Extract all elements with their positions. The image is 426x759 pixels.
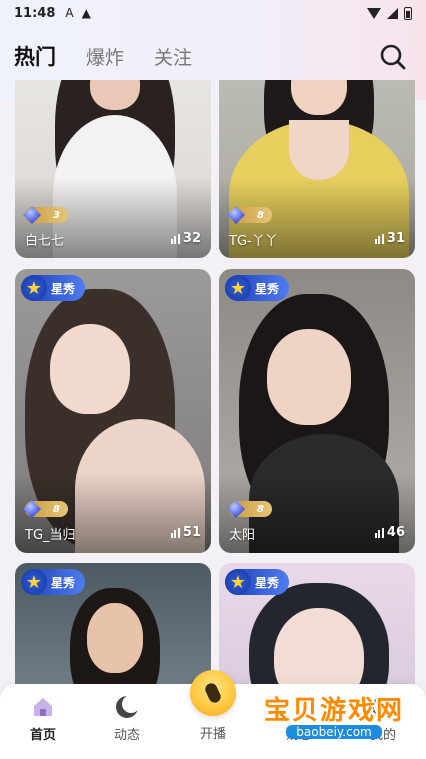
live-card[interactable]: 3 白七七 32	[15, 80, 211, 258]
level-value: 8	[257, 209, 264, 221]
status-bar: 11:48 A ▲	[0, 0, 426, 26]
tab-explosive[interactable]: 爆炸	[86, 43, 124, 70]
viewer-count-value: 51	[182, 525, 201, 540]
audience-bars-icon	[374, 233, 384, 244]
badge-label: 星秀	[255, 575, 280, 590]
level-value: 8	[53, 503, 60, 515]
wifi-icon	[367, 7, 381, 19]
nav-feed[interactable]: 动态	[92, 694, 162, 743]
badge-label: 星秀	[51, 575, 76, 590]
level-badge: 8	[227, 206, 272, 224]
star-show-badge: ★ 星秀	[21, 569, 85, 595]
top-tabs: 热门 爆炸 关注	[0, 36, 426, 76]
star-icon: ★	[21, 275, 47, 301]
nav-home-label: 首页	[29, 728, 56, 743]
watermark: 宝贝游戏网 baobeiy.com	[250, 690, 418, 750]
watermark-url: baobeiy.com	[286, 725, 382, 739]
tab-hot[interactable]: 热门	[14, 41, 56, 71]
streamer-name: TG-丫丫	[229, 234, 278, 249]
badge-label: 星秀	[51, 281, 76, 296]
viewer-count-value: 46	[386, 525, 405, 540]
live-card[interactable]: 8 TG-丫丫 31	[219, 80, 415, 258]
star-show-badge: ★ 星秀	[21, 275, 85, 301]
live-card[interactable]: ★ 星秀 8 TG_当归 51	[15, 269, 211, 553]
audience-bars-icon	[170, 527, 180, 538]
status-time: 11:48	[14, 5, 56, 21]
level-value: 8	[257, 503, 264, 515]
audience-bars-icon	[170, 233, 180, 244]
viewer-count-value: 32	[182, 231, 201, 246]
broadcast-button[interactable]	[190, 670, 236, 716]
nav-feed-label: 动态	[113, 728, 140, 743]
nav-broadcast[interactable]: 开播	[178, 723, 248, 742]
star-icon: ★	[225, 275, 251, 301]
nav-broadcast-label: 开播	[199, 727, 226, 742]
level-badge: 8	[23, 500, 68, 518]
viewer-count-value: 31	[386, 231, 405, 246]
streamer-name: 白七七	[25, 234, 65, 249]
viewer-count: 51	[170, 525, 201, 540]
nav-home[interactable]: 首页	[8, 694, 78, 743]
microphone-icon	[203, 681, 223, 705]
star-show-badge: ★ 星秀	[225, 275, 289, 301]
live-card[interactable]: ★ 星秀	[15, 563, 211, 684]
battery-icon	[404, 6, 412, 20]
warning-icon: ▲	[81, 6, 91, 20]
level-badge: 8	[227, 500, 272, 518]
search-icon[interactable]	[378, 42, 408, 72]
streamer-name: 太阳	[229, 528, 256, 543]
notification-a-icon: A	[65, 6, 74, 20]
tab-following[interactable]: 关注	[154, 43, 192, 70]
level-badge: 3	[23, 206, 68, 224]
live-card[interactable]: ★ 星秀	[219, 563, 415, 684]
badge-label: 星秀	[255, 281, 280, 296]
level-value: 3	[53, 209, 60, 221]
signal-icon	[387, 7, 398, 19]
star-show-badge: ★ 星秀	[225, 569, 289, 595]
viewer-count: 31	[374, 231, 405, 246]
home-icon	[30, 694, 56, 720]
streamer-name: TG_当归	[25, 528, 76, 543]
moon-icon	[114, 694, 140, 720]
live-card[interactable]: ★ 星秀 8 太阳 46	[219, 269, 415, 553]
viewer-count: 32	[170, 231, 201, 246]
viewer-count: 46	[374, 525, 405, 540]
star-icon: ★	[21, 569, 47, 595]
live-grid: 3 白七七 32 8 TG-丫丫 31 ★ 星秀 8 TG_当归 51 ★ 星秀…	[0, 80, 426, 684]
audience-bars-icon	[374, 527, 384, 538]
star-icon: ★	[225, 569, 251, 595]
watermark-title: 宝贝游戏网	[263, 696, 404, 726]
